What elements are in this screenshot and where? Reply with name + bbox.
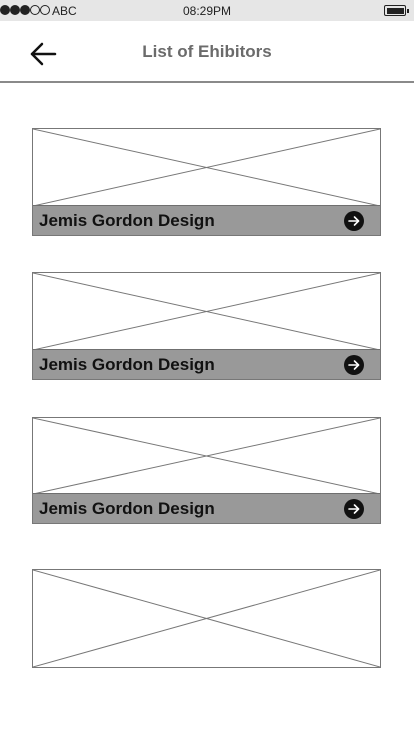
exhibitor-name: Jemis Gordon Design [39, 355, 215, 374]
exhibitor-name-bar: Jemis Gordon Design [33, 205, 380, 235]
exhibitor-name-bar: Jemis Gordon Design [33, 493, 380, 523]
open-exhibitor-button[interactable] [344, 211, 364, 231]
exhibitor-name: Jemis Gordon Design [39, 499, 215, 518]
exhibitor-name-bar: Jemis Gordon Design [33, 349, 380, 379]
image-placeholder [33, 570, 380, 667]
image-placeholder [33, 273, 380, 350]
battery-icon [384, 5, 409, 16]
app-header: List of Ehibitors [0, 21, 414, 83]
exhibitor-card[interactable] [32, 569, 381, 668]
page-title: List of Ehibitors [142, 42, 272, 61]
open-exhibitor-button[interactable] [344, 499, 364, 519]
exhibitor-card[interactable]: Jemis Gordon Design [32, 128, 381, 236]
exhibitor-name: Jemis Gordon Design [39, 211, 215, 230]
open-exhibitor-button[interactable] [344, 355, 364, 375]
image-placeholder [33, 129, 380, 206]
arrow-right-circle-icon [344, 355, 364, 375]
exhibitor-card[interactable]: Jemis Gordon Design [32, 272, 381, 380]
arrow-right-circle-icon [344, 211, 364, 231]
exhibitor-card[interactable]: Jemis Gordon Design [32, 417, 381, 524]
image-placeholder [33, 418, 380, 494]
status-bar: ABC 08:29PM [0, 0, 414, 21]
arrow-right-circle-icon [344, 499, 364, 519]
status-time: 08:29PM [182, 4, 232, 18]
